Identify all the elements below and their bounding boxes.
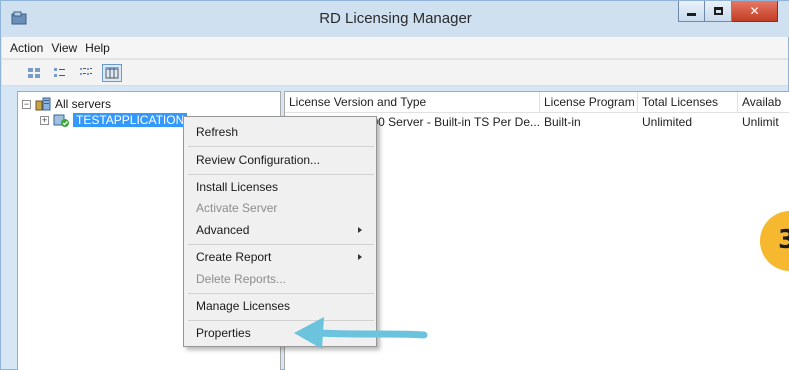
submenu-arrow-icon xyxy=(358,227,362,233)
menu-item-label: Advanced xyxy=(196,223,250,237)
menu-help[interactable]: Help xyxy=(83,41,116,55)
menu-item-install-licenses[interactable]: Install Licenses xyxy=(184,176,376,198)
tree-node-label: All servers xyxy=(55,97,112,111)
column-available[interactable]: Availab xyxy=(738,92,789,113)
column-total-licenses[interactable]: Total Licenses xyxy=(638,92,738,113)
total-licenses-cell: Unlimited xyxy=(642,115,693,129)
tree-node-testapplication[interactable]: + TESTAPPLICATION xyxy=(40,112,188,128)
menu-separator xyxy=(188,174,374,175)
tree-node-label: TESTAPPLICATION xyxy=(73,113,188,127)
menu-separator xyxy=(188,244,374,245)
maximize-icon xyxy=(713,7,723,15)
close-button[interactable]: ✕ xyxy=(732,1,778,22)
menu-separator xyxy=(188,146,374,147)
rd-licensing-manager-window: RD Licensing Manager ✕ Action View Help xyxy=(0,0,789,370)
menu-item-label: Activate Server xyxy=(196,201,278,215)
column-license-version[interactable]: License Version and Type xyxy=(285,92,540,113)
menu-bar: Action View Help xyxy=(2,37,788,59)
minimize-button[interactable] xyxy=(678,1,705,22)
details-view-icon xyxy=(105,67,119,78)
submenu-arrow-icon xyxy=(358,254,362,260)
menu-item-advanced[interactable]: Advanced xyxy=(184,219,376,241)
menu-item-refresh[interactable]: Refresh xyxy=(184,121,376,143)
title-bar[interactable]: RD Licensing Manager ✕ xyxy=(1,1,789,37)
large-icons-view-button[interactable] xyxy=(24,64,44,82)
window-title: RD Licensing Manager xyxy=(319,10,472,27)
servers-group-icon xyxy=(35,97,51,111)
menu-item-delete-reports: Delete Reports... xyxy=(184,268,376,290)
menu-item-activate-server: Activate Server xyxy=(184,197,376,219)
list-view-icon xyxy=(80,67,92,75)
tree-node-all-servers[interactable]: − All servers xyxy=(22,96,111,112)
expand-icon[interactable]: + xyxy=(40,115,49,125)
license-program-cell: Built-in xyxy=(544,115,581,129)
small-icons-view-icon xyxy=(54,67,65,77)
menu-item-label: Manage Licenses xyxy=(196,299,291,313)
menu-item-label: Install Licenses xyxy=(196,180,279,194)
list-header: License Version and Type License Program… xyxy=(285,92,789,113)
menu-item-label: Properties xyxy=(196,326,251,340)
menu-action[interactable]: Action xyxy=(8,41,49,55)
menu-item-label: Review Configuration... xyxy=(196,153,321,167)
small-icons-view-button[interactable] xyxy=(50,64,70,82)
collapse-icon[interactable]: − xyxy=(22,99,31,109)
column-license-program[interactable]: License Program xyxy=(540,92,638,113)
menu-item-label: Create Report xyxy=(196,250,272,264)
menu-item-label: Refresh xyxy=(196,125,239,139)
menu-item-label: Delete Reports... xyxy=(196,272,287,286)
menu-view[interactable]: View xyxy=(49,41,83,55)
annotation-arrow-icon xyxy=(294,317,428,349)
maximize-button[interactable] xyxy=(705,1,732,22)
menu-item-review-configuration[interactable]: Review Configuration... xyxy=(184,149,376,171)
available-licenses-cell: Unlimit xyxy=(742,115,779,129)
minimize-icon xyxy=(687,12,696,16)
list-view-button[interactable] xyxy=(76,64,96,82)
activated-server-icon xyxy=(53,114,69,127)
menu-separator xyxy=(188,293,374,294)
step-number: 3 xyxy=(778,225,789,255)
menu-item-create-report[interactable]: Create Report xyxy=(184,246,376,268)
large-icons-view-icon xyxy=(28,67,40,78)
close-icon: ✕ xyxy=(749,4,760,18)
details-view-button[interactable] xyxy=(102,63,122,82)
toolbar xyxy=(2,60,788,86)
